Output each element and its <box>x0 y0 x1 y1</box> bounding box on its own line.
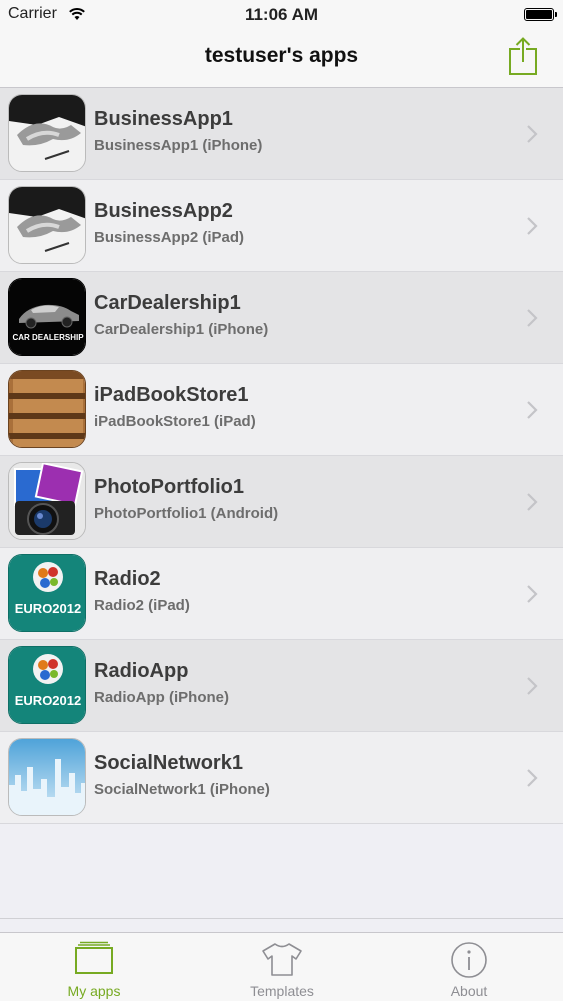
info-icon <box>451 942 487 978</box>
euro2012-icon: EURO2012 <box>8 646 86 724</box>
chevron-right-icon <box>527 401 538 419</box>
app-platform: Radio2 (iPad) <box>94 597 190 614</box>
chevron-right-icon <box>527 769 538 787</box>
chevron-right-icon <box>527 493 538 511</box>
app-row-socialnetwork1[interactable]: SocialNetwork1 SocialNetwork1 (iPhone) <box>0 732 563 824</box>
app-platform: RadioApp (iPhone) <box>94 689 229 706</box>
svg-text:CAR DEALERSHIP: CAR DEALERSHIP <box>12 333 84 342</box>
bookshelf-icon <box>8 370 86 448</box>
folder-icon <box>75 941 113 974</box>
clock: 11:06 AM <box>244 5 319 24</box>
handshake-icon <box>8 94 86 172</box>
app-name: SocialNetwork1 <box>94 752 243 774</box>
tab-label: My apps <box>67 983 121 999</box>
euro2012-icon: EURO2012 <box>8 554 86 632</box>
app-name: iPadBookStore1 <box>94 384 249 406</box>
app-platform: iPadBookStore1 (iPad) <box>94 413 256 430</box>
camera-icon <box>8 462 86 540</box>
chevron-right-icon <box>527 309 538 327</box>
app-name: BusinessApp2 <box>94 200 233 222</box>
app-row-radioapp[interactable]: EURO2012 RadioApp RadioApp (iPhone) <box>0 640 563 732</box>
app-row-radio2[interactable]: EURO2012 Radio2 Radio2 (iPad) <box>0 548 563 640</box>
car-dealership-icon: CAR DEALERSHIP <box>8 278 86 356</box>
status-bar: Carrier 11:06 AM <box>0 0 563 30</box>
tab-label: About <box>450 983 488 999</box>
app-platform: CarDealership1 (iPhone) <box>94 321 269 338</box>
tab-my-apps[interactable]: My apps <box>0 933 188 1001</box>
app-row-businessapp2[interactable]: BusinessApp2 BusinessApp2 (iPad) <box>0 180 563 272</box>
app-row-businessapp1[interactable]: BusinessApp1 BusinessApp1 (iPhone) <box>0 88 563 180</box>
app-name: RadioApp <box>94 660 189 682</box>
navigation-bar: testuser's apps <box>0 30 563 88</box>
app-name: Radio2 <box>94 568 161 590</box>
app-name: PhotoPortfolio1 <box>94 476 244 498</box>
chevron-right-icon <box>527 585 538 603</box>
app-row-photoportfolio1[interactable]: PhotoPortfolio1 PhotoPortfolio1 (Android… <box>0 456 563 548</box>
app-row-ipadbookstore1[interactable]: iPadBookStore1 iPadBookStore1 (iPad) <box>0 364 563 456</box>
list-footer-divider <box>0 918 563 919</box>
app-list: BusinessApp1 BusinessApp1 (iPhone) Busin… <box>0 88 563 824</box>
tab-label: Templates <box>250 983 314 999</box>
app-platform: SocialNetwork1 (iPhone) <box>94 781 270 798</box>
svg-text:EURO2012: EURO2012 <box>15 601 81 616</box>
app-platform: PhotoPortfolio1 (Android) <box>94 505 279 522</box>
app-row-cardealership1[interactable]: CAR DEALERSHIP CarDealership1 CarDealers… <box>0 272 563 364</box>
app-name: BusinessApp1 <box>94 108 233 130</box>
tshirt-icon <box>262 943 302 976</box>
svg-text:EURO2012: EURO2012 <box>15 693 81 708</box>
tab-bar: My apps Templates About <box>0 932 563 1001</box>
chevron-right-icon <box>527 677 538 695</box>
tab-templates[interactable]: Templates <box>188 933 376 1001</box>
app-name: CarDealership1 <box>94 292 241 314</box>
handshake-icon <box>8 186 86 264</box>
battery-icon <box>524 8 557 21</box>
app-platform: BusinessApp2 (iPad) <box>94 229 245 246</box>
skyline-icon <box>8 738 86 816</box>
chevron-right-icon <box>527 125 538 143</box>
app-platform: BusinessApp1 (iPhone) <box>94 137 263 154</box>
page-title: testuser's apps <box>204 44 359 67</box>
chevron-right-icon <box>527 217 538 235</box>
tab-about[interactable]: About <box>375 933 563 1001</box>
share-icon[interactable] <box>507 36 539 76</box>
